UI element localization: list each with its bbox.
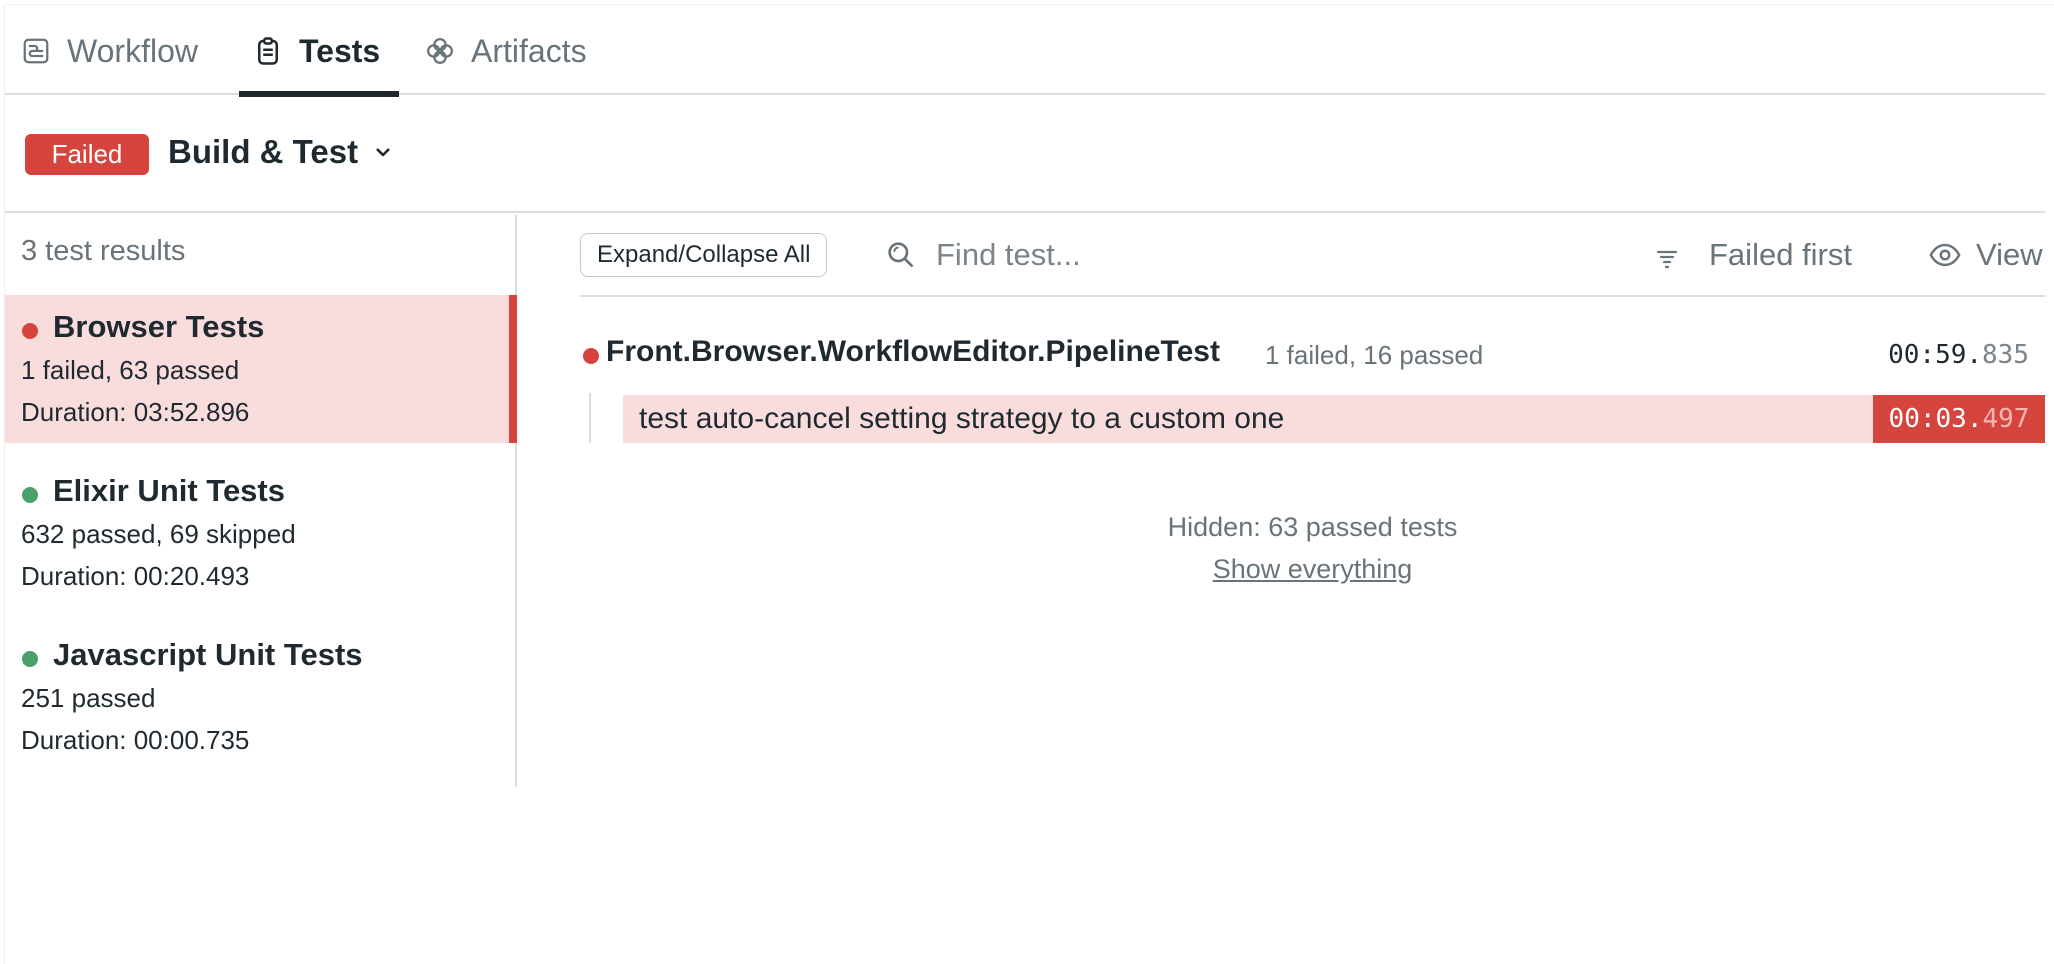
results-toolbar: Expand/Collapse All Failed first View bbox=[580, 215, 2045, 297]
status-dot-passed bbox=[22, 651, 38, 667]
results-count: 3 test results bbox=[21, 235, 186, 267]
suite-name: Browser Tests bbox=[53, 309, 265, 344]
test-suites-sidebar: 3 test results Browser Tests 1 failed, 6… bbox=[5, 215, 517, 787]
suite-duration: Duration: 00:20.493 bbox=[21, 561, 250, 591]
status-dot-passed bbox=[22, 487, 38, 503]
tab-artifacts[interactable]: Artifacts bbox=[425, 31, 587, 71]
sort-dropdown[interactable]: Failed first bbox=[1655, 235, 1852, 275]
artifacts-icon bbox=[425, 36, 455, 66]
tree-indent-line bbox=[589, 393, 591, 443]
filter-lines-icon bbox=[1655, 243, 1679, 269]
find-test-input[interactable] bbox=[936, 233, 1536, 277]
eye-icon bbox=[1928, 238, 1962, 272]
suite-item-browser-tests[interactable]: Browser Tests 1 failed, 63 passed Durati… bbox=[5, 295, 517, 443]
search-icon bbox=[885, 239, 917, 271]
suite-summary: 1 failed, 63 passed bbox=[21, 355, 240, 385]
duration-main: 00:03. bbox=[1888, 404, 1983, 434]
duration-ms: 497 bbox=[1982, 404, 2030, 434]
sort-label: Failed first bbox=[1709, 237, 1852, 272]
test-group-stats: 1 failed, 16 passed bbox=[1265, 340, 1484, 370]
view-label: View bbox=[1976, 237, 2043, 272]
suite-duration: Duration: 00:00.735 bbox=[21, 725, 250, 755]
show-everything-link[interactable]: Show everything bbox=[1213, 554, 1413, 584]
chevron-down-icon bbox=[374, 143, 392, 161]
test-group-duration: 00:59.835 bbox=[1888, 340, 2029, 370]
test-group-name: Front.Browser.WorkflowEditor.PipelineTes… bbox=[606, 335, 1220, 368]
hidden-tests-info: Hidden: 63 passed tests bbox=[1167, 512, 1458, 542]
suite-item-javascript-unit-tests[interactable]: Javascript Unit Tests 251 passed Duratio… bbox=[5, 623, 515, 771]
suite-summary: 632 passed, 69 skipped bbox=[21, 519, 296, 549]
suite-item-elixir-unit-tests[interactable]: Elixir Unit Tests 632 passed, 69 skipped… bbox=[5, 459, 515, 607]
tab-artifacts-label: Artifacts bbox=[471, 32, 587, 69]
status-badge: Failed bbox=[25, 134, 149, 175]
show-everything-container: Show everything bbox=[1050, 554, 1575, 585]
tab-workflow-label: Workflow bbox=[67, 32, 198, 69]
suite-name: Elixir Unit Tests bbox=[53, 473, 285, 508]
duration-ms: 835 bbox=[1982, 340, 2029, 370]
test-name: test auto-cancel setting strategy to a c… bbox=[639, 402, 1285, 435]
pipeline-header: Failed Build & Test bbox=[5, 97, 2045, 213]
tab-tests[interactable]: Tests bbox=[253, 31, 380, 71]
tab-bar: Workflow Tests Artifacts bbox=[5, 5, 2045, 97]
duration-main: 00:59. bbox=[1888, 340, 1983, 370]
status-dot-failed bbox=[22, 323, 38, 339]
suite-summary: 251 passed bbox=[21, 683, 156, 713]
workflow-icon bbox=[21, 36, 51, 66]
test-duration: 00:03. 497 bbox=[1873, 395, 2045, 443]
status-dot-failed bbox=[583, 348, 599, 364]
test-group-row[interactable]: Front.Browser.WorkflowEditor.PipelineTes… bbox=[580, 333, 2045, 377]
pipeline-selector[interactable]: Build & Test bbox=[168, 133, 392, 171]
expand-collapse-all-button[interactable]: Expand/Collapse All bbox=[580, 233, 828, 277]
tab-tests-label: Tests bbox=[299, 32, 381, 69]
tab-workflow[interactable]: Workflow bbox=[21, 31, 198, 71]
test-row-failed[interactable]: test auto-cancel setting strategy to a c… bbox=[623, 395, 2045, 443]
pipeline-title: Build & Test bbox=[168, 133, 359, 170]
suite-name: Javascript Unit Tests bbox=[53, 637, 363, 672]
view-dropdown[interactable]: View bbox=[1928, 235, 2043, 275]
suite-duration: Duration: 03:52.896 bbox=[21, 397, 250, 427]
clipboard-icon bbox=[253, 36, 283, 66]
